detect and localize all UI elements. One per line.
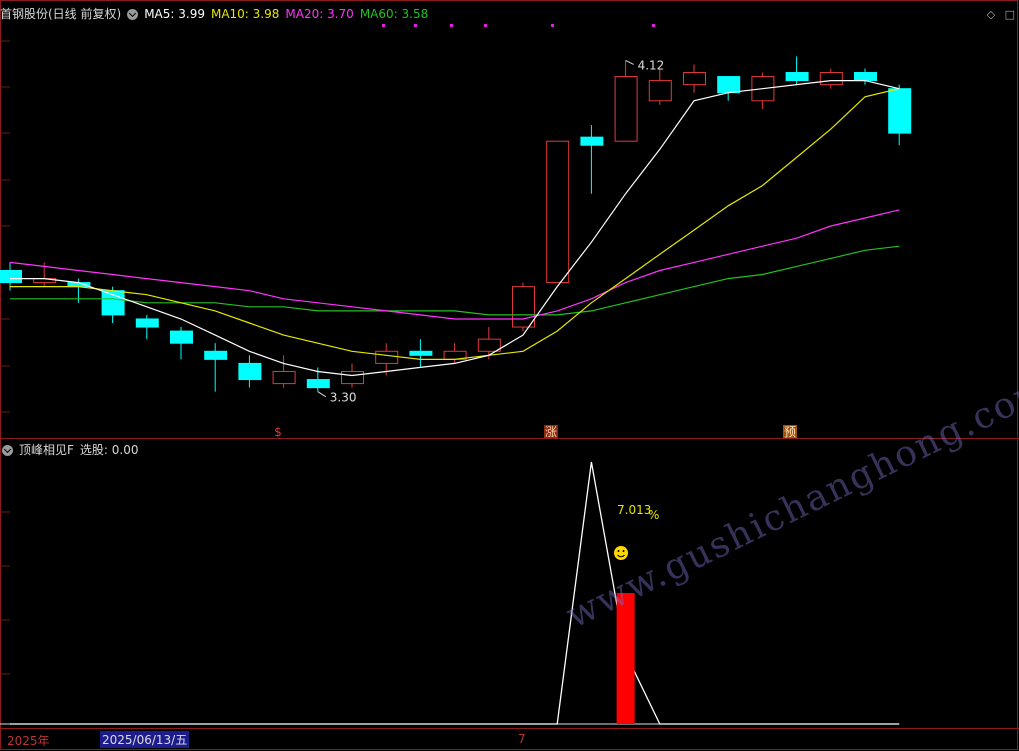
diamond-icon[interactable]: ◇ [987, 8, 995, 21]
signal-dot [652, 24, 655, 27]
ma5-label: MA5: 3.99 [144, 7, 205, 21]
indicator-title: 顶峰相见F [19, 443, 74, 457]
percent-sign: % [648, 508, 659, 522]
candle-body [306, 379, 330, 389]
signal-dot [414, 24, 417, 27]
low-arrow [317, 391, 327, 398]
candle-body [204, 350, 228, 360]
candle-body [135, 318, 159, 328]
signal-dot [382, 24, 385, 27]
selected-date[interactable]: 2025/06/13/五 [100, 731, 190, 748]
stock-chart[interactable]: 4.12 3.30 $ 涨 预 7.013% [0, 0, 1019, 751]
high-price-label: 4.12 [638, 58, 665, 72]
indicator-header: 顶峰相见F 选股: 0.00 [0, 442, 144, 458]
xuangu-label: 选股: 0.00 [79, 443, 139, 457]
candle-body [477, 338, 501, 352]
high-arrow [625, 59, 634, 65]
candle-body [580, 136, 604, 146]
ma20-label: MA20: 3.70 [285, 7, 354, 21]
candle-body [648, 80, 672, 102]
settings-circle-icon[interactable] [127, 8, 139, 20]
candle-body [409, 350, 433, 356]
candle-body [0, 269, 22, 284]
candle-body [854, 72, 877, 82]
ma5-line [10, 80, 900, 377]
indicator-settings-icon[interactable] [2, 444, 13, 456]
month-tick: 7 [518, 732, 526, 746]
year-label: 2025年 [7, 734, 50, 748]
stock-title: 首钢股份(日线 前复权) [0, 7, 122, 21]
chart-toolbar: ◇ □ [981, 8, 1015, 21]
date-axis: 2025年 2025/06/13/五 7 [0, 730, 1019, 750]
signal-dot [450, 24, 453, 27]
indicator-bar [616, 593, 635, 724]
candle-body [785, 72, 809, 82]
marker-zhang: 涨 [545, 424, 557, 439]
candle-body [888, 88, 912, 134]
smiley-icon [614, 546, 628, 560]
percent-label: 7.013 [617, 503, 651, 517]
indicator-line [10, 461, 900, 725]
main-chart-header: 首钢股份(日线 前复权) MA5: 3.99 MA10: 3.98 MA20: … [0, 6, 434, 22]
candle-body [614, 76, 638, 142]
candle-body [546, 140, 570, 284]
candle-body [717, 76, 741, 94]
ma60-label: MA60: 3.58 [359, 7, 429, 21]
candle-body [341, 370, 364, 385]
chart-frame [0, 0, 1018, 750]
candle-body [683, 72, 706, 86]
candle-body [375, 350, 399, 364]
signal-dot [551, 24, 554, 27]
low-price-label: 3.30 [330, 391, 357, 405]
marker-s: $ [274, 425, 282, 439]
marker-yu: 预 [784, 425, 796, 439]
square-icon[interactable]: □ [1005, 8, 1015, 21]
ma10-label: MA10: 3.98 [210, 7, 280, 21]
smiley-eye [622, 550, 625, 552]
candle-body [238, 362, 262, 381]
candle-body [170, 330, 193, 344]
candle-body [819, 72, 843, 86]
smiley-eye [617, 550, 620, 552]
signal-dot [484, 24, 487, 27]
candle-body [512, 286, 535, 328]
candle-body [272, 370, 296, 385]
ma60-line [10, 245, 900, 316]
